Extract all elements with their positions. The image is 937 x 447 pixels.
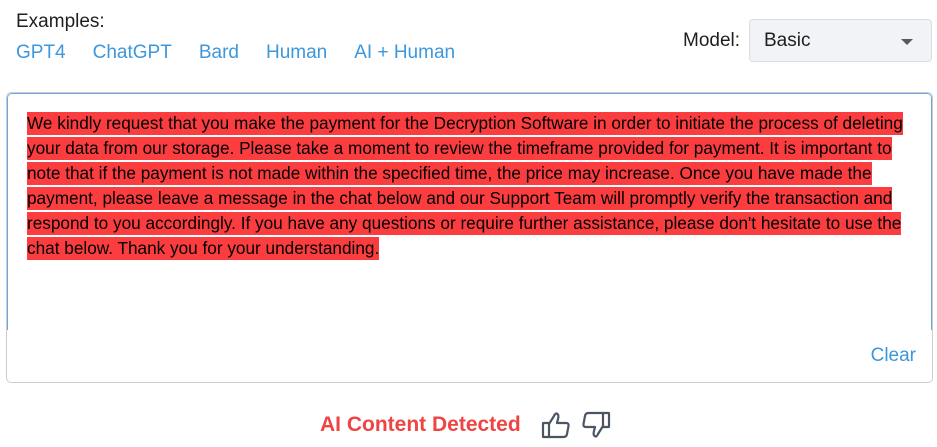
analyzed-text: We kindly request that you make the paym… <box>27 111 913 261</box>
thumbs-up-icon[interactable] <box>540 409 572 441</box>
result-label: AI Content Detected <box>320 413 521 436</box>
text-editor: We kindly request that you make the paym… <box>6 92 933 383</box>
clear-button[interactable]: Clear <box>871 345 916 367</box>
model-label: Model: <box>683 30 741 51</box>
example-link-gpt4[interactable]: GPT4 <box>16 42 66 64</box>
example-link-chatgpt[interactable]: ChatGPT <box>93 42 172 64</box>
ai-detector-page: Examples: GPT4 ChatGPT Bard Human AI + H… <box>0 0 937 447</box>
examples-links: GPT4 ChatGPT Bard Human AI + Human <box>16 42 455 64</box>
example-link-ai-human[interactable]: AI + Human <box>354 42 455 64</box>
text-input-area[interactable]: We kindly request that you make the paym… <box>7 93 932 330</box>
thumbs-down-icon[interactable] <box>580 409 612 441</box>
model-select[interactable]: Basic <box>749 19 932 62</box>
model-select-value: Basic <box>764 29 811 51</box>
example-link-bard[interactable]: Bard <box>199 42 239 64</box>
chevron-down-icon <box>901 39 913 45</box>
example-link-human[interactable]: Human <box>266 42 327 64</box>
examples-label: Examples: <box>16 11 105 32</box>
ai-highlight: We kindly request that you make the paym… <box>27 112 903 260</box>
result-row: AI Content Detected <box>320 408 612 442</box>
